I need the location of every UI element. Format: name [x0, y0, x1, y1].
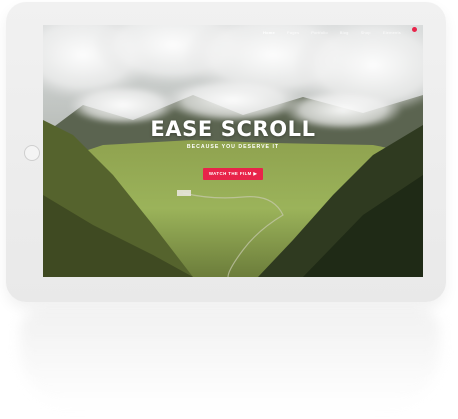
tablet-screen: Home Pages Portfolio Blog Shop Elements …	[43, 25, 423, 277]
mockup-stage: Home Pages Portfolio Blog Shop Elements …	[0, 0, 458, 419]
nav-item-elements[interactable]: Elements	[383, 30, 401, 35]
home-button[interactable]	[24, 145, 40, 161]
nav-item-pages[interactable]: Pages	[287, 30, 299, 35]
nav-item-portfolio[interactable]: Portfolio	[311, 30, 327, 35]
nav-item-home[interactable]: Home	[263, 30, 275, 35]
nav-item-blog[interactable]: Blog	[340, 30, 349, 35]
hero-section: EASE SCROLL BECAUSE YOU DESERVE IT WATCH…	[43, 117, 423, 180]
hero-title: EASE SCROLL	[150, 117, 316, 141]
top-navigation: Home Pages Portfolio Blog Shop Elements	[43, 25, 423, 39]
cart-badge-icon[interactable]	[412, 27, 417, 32]
device-reflection	[20, 310, 440, 410]
watch-film-button[interactable]: WATCH THE FILM ▶	[202, 168, 264, 180]
nav-item-shop[interactable]: Shop	[361, 30, 371, 35]
